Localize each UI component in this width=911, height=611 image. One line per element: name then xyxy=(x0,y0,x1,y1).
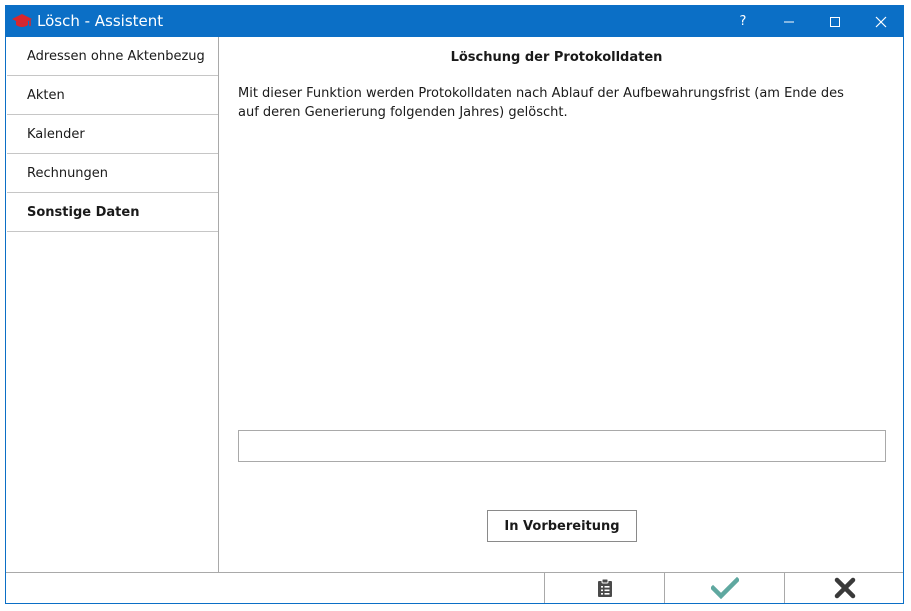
footer-bar xyxy=(6,572,903,603)
description-text: Mit dieser Funktion werden Protokolldate… xyxy=(238,86,844,120)
sidebar-item-sonstige-daten[interactable]: Sonstige Daten xyxy=(7,193,218,232)
cancel-button[interactable] xyxy=(784,573,904,603)
title-bar[interactable]: Lösch - Assistent ? xyxy=(6,6,903,37)
sidebar-item-label: Akten xyxy=(27,87,65,103)
clipboard-button[interactable] xyxy=(544,573,664,603)
progress-field xyxy=(238,430,886,462)
maximize-icon xyxy=(830,16,840,27)
sidebar-item-label: Sonstige Daten xyxy=(27,204,140,220)
close-x-icon xyxy=(834,577,855,599)
sidebar-item-label: Adressen ohne Aktenbezug xyxy=(27,48,205,64)
main-content: Löschung der Protokolldaten Mit dieser F… xyxy=(220,37,903,572)
sidebar-item-akten[interactable]: Akten xyxy=(7,76,218,115)
window-title: Lösch - Assistent xyxy=(37,12,164,30)
sidebar-item-kalender[interactable]: Kalender xyxy=(7,115,218,154)
dialog-window: Lösch - Assistent ? Adressen ohne Aktenb… xyxy=(5,5,904,604)
sidebar-item-label: Kalender xyxy=(27,126,85,142)
sidebar-item-adressen[interactable]: Adressen ohne Aktenbezug xyxy=(7,37,218,76)
checkmark-icon xyxy=(710,577,739,599)
help-button[interactable]: ? xyxy=(720,6,766,37)
close-icon xyxy=(875,16,887,27)
minimize-icon xyxy=(784,21,794,22)
graduation-cap-icon xyxy=(11,12,33,30)
sidebar-item-label: Rechnungen xyxy=(27,165,109,181)
sidebar: Adressen ohne Aktenbezug Akten Kalender … xyxy=(6,37,219,572)
sidebar-item-rechnungen[interactable]: Rechnungen xyxy=(7,154,218,193)
minimize-button[interactable] xyxy=(766,6,812,37)
ok-button[interactable] xyxy=(664,573,784,603)
in-preparation-button[interactable]: In Vorbereitung xyxy=(487,510,637,542)
maximize-button[interactable] xyxy=(812,6,858,37)
close-window-button[interactable] xyxy=(858,6,904,37)
clipboard-icon xyxy=(597,578,612,597)
page-title: Löschung der Protokolldaten xyxy=(450,50,663,65)
